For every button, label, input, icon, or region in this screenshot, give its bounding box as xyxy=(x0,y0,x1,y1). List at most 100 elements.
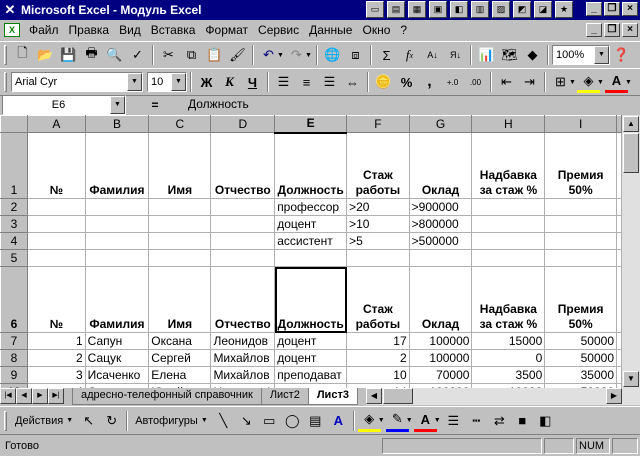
first-sheet-icon[interactable]: |◀ xyxy=(0,388,16,404)
cell[interactable]: Имя xyxy=(148,132,212,199)
cell[interactable]: Отчество xyxy=(210,266,276,333)
cell[interactable]: Оклад xyxy=(408,132,473,199)
cell[interactable] xyxy=(148,249,212,267)
cell[interactable]: Должность xyxy=(274,266,348,333)
paste-icon[interactable]: 📋 xyxy=(203,44,226,66)
cell[interactable]: Сергей xyxy=(148,349,212,367)
last-sheet-icon[interactable]: ▶| xyxy=(48,388,64,404)
chevron-down-icon[interactable]: ▼ xyxy=(127,73,142,91)
column-header-f[interactable]: F xyxy=(346,115,410,133)
cell[interactable] xyxy=(148,232,212,250)
underline-button[interactable]: Ч xyxy=(241,71,264,93)
cell[interactable]: 0 xyxy=(471,349,546,367)
cell[interactable]: >800000 xyxy=(408,215,473,233)
cell[interactable] xyxy=(544,198,617,216)
scroll-up-icon[interactable]: ▲ xyxy=(623,116,639,132)
column-header-e[interactable]: E xyxy=(274,115,348,134)
font-name-select[interactable]: Arial Cyr ▼ xyxy=(11,72,143,92)
function-wizard-icon[interactable]: fx xyxy=(398,44,421,66)
cell[interactable] xyxy=(408,249,473,267)
decrease-decimal-icon[interactable]: .00 xyxy=(464,71,487,93)
cell[interactable] xyxy=(544,249,617,267)
free-rotate-icon[interactable]: ↻ xyxy=(100,410,123,432)
italic-button[interactable]: К xyxy=(218,71,241,93)
autosum-icon[interactable]: Σ xyxy=(375,44,398,66)
cell[interactable]: Стаж работы xyxy=(346,132,410,199)
cell[interactable]: доцент xyxy=(274,332,348,350)
cell[interactable] xyxy=(346,249,410,267)
cell[interactable] xyxy=(210,249,276,267)
chart-wizard-icon[interactable]: 📊 xyxy=(475,44,498,66)
cell[interactable]: Исаченко xyxy=(84,366,150,384)
cell[interactable]: Елена xyxy=(148,366,212,384)
menu-file[interactable]: Файл xyxy=(24,23,64,37)
tab-sheet2[interactable]: Лист2 xyxy=(260,388,309,405)
next-sheet-icon[interactable]: ▶ xyxy=(32,388,48,404)
open-folder-icon[interactable]: 📂 xyxy=(34,44,57,66)
cell[interactable] xyxy=(616,249,622,267)
column-header-j[interactable] xyxy=(616,115,622,133)
shortcut-icon[interactable]: ▭ xyxy=(366,1,384,18)
row-header[interactable]: 4 xyxy=(0,232,29,250)
cell[interactable]: >10 xyxy=(346,215,410,233)
shadow-icon[interactable]: ■ xyxy=(511,410,534,432)
scroll-down-icon[interactable]: ▼ xyxy=(623,371,639,387)
cell[interactable] xyxy=(27,198,86,216)
column-header-b[interactable]: B xyxy=(84,115,150,133)
increase-indent-icon[interactable]: ⇥ xyxy=(518,71,541,93)
cell[interactable]: Надбавка за стаж % xyxy=(471,132,546,199)
cell[interactable] xyxy=(27,249,86,267)
column-header-c[interactable]: C xyxy=(148,115,212,133)
borders-dropdown-icon[interactable]: ▼ xyxy=(569,79,577,86)
cell[interactable]: >5 xyxy=(346,232,410,250)
column-header-g[interactable]: G xyxy=(408,115,473,133)
sort-descending-icon[interactable]: Я↓ xyxy=(444,44,467,66)
shortcut-icon[interactable]: ◧ xyxy=(450,1,468,18)
cell[interactable]: 10 xyxy=(346,366,410,384)
cell[interactable]: Оклад xyxy=(408,266,473,333)
shortcut-icon[interactable]: ◪ xyxy=(534,1,552,18)
draw-fill-dropdown-icon[interactable]: ▼ xyxy=(378,417,386,424)
cell[interactable]: Должность xyxy=(274,132,348,199)
cell[interactable]: Сапун xyxy=(84,332,150,350)
cell[interactable]: 2 xyxy=(27,349,86,367)
cell[interactable] xyxy=(616,266,622,333)
print-preview-icon[interactable]: 🔍 xyxy=(103,44,126,66)
prev-sheet-icon[interactable]: ◀ xyxy=(16,388,32,404)
align-right-icon[interactable]: ☰ xyxy=(318,71,341,93)
cell[interactable] xyxy=(616,215,622,233)
tab-sheet3[interactable]: Лист3 xyxy=(307,388,358,405)
map-icon[interactable]: 🗺 xyxy=(498,44,521,66)
cell[interactable]: доцент xyxy=(274,215,348,233)
cell[interactable] xyxy=(471,215,546,233)
workbook-icon[interactable]: X xyxy=(4,23,20,37)
cell[interactable]: >500000 xyxy=(408,232,473,250)
autoshapes-button[interactable]: Автофигуры ▼ xyxy=(131,410,212,432)
row-header[interactable]: 7 xyxy=(0,332,29,350)
menu-view[interactable]: Вид xyxy=(114,23,146,37)
cell[interactable]: № xyxy=(27,132,86,199)
line-color-dropdown-icon[interactable]: ▼ xyxy=(406,417,414,424)
shortcut-icon[interactable]: ▥ xyxy=(471,1,489,18)
cell[interactable]: профессор xyxy=(274,198,348,216)
row-header[interactable]: 3 xyxy=(0,215,29,233)
merge-center-icon[interactable]: ⇔ xyxy=(341,71,364,93)
rectangle-icon[interactable]: ▭ xyxy=(258,410,281,432)
zoom-select[interactable]: 100% ▼ xyxy=(552,45,610,65)
menu-edit[interactable]: Правка xyxy=(64,23,115,37)
shortcut-icon[interactable]: ▣ xyxy=(429,1,447,18)
toolbar-grip[interactable] xyxy=(4,410,7,431)
cell[interactable]: Михайлов xyxy=(210,366,276,384)
minimize-button[interactable]: _ xyxy=(586,2,602,16)
shortcut-icon[interactable]: ▤ xyxy=(387,1,405,18)
cell[interactable]: 3500 xyxy=(471,366,546,384)
cell[interactable] xyxy=(27,215,86,233)
hyperlink-icon[interactable]: 🌐 xyxy=(321,44,344,66)
column-header-i[interactable]: I xyxy=(544,115,617,133)
cell[interactable] xyxy=(84,249,150,267)
menu-help[interactable]: ? xyxy=(395,23,412,37)
cell[interactable] xyxy=(616,132,622,199)
column-header-h[interactable]: H xyxy=(471,115,546,133)
oval-icon[interactable]: ◯ xyxy=(281,410,304,432)
row-header[interactable]: 6 xyxy=(0,266,29,333)
